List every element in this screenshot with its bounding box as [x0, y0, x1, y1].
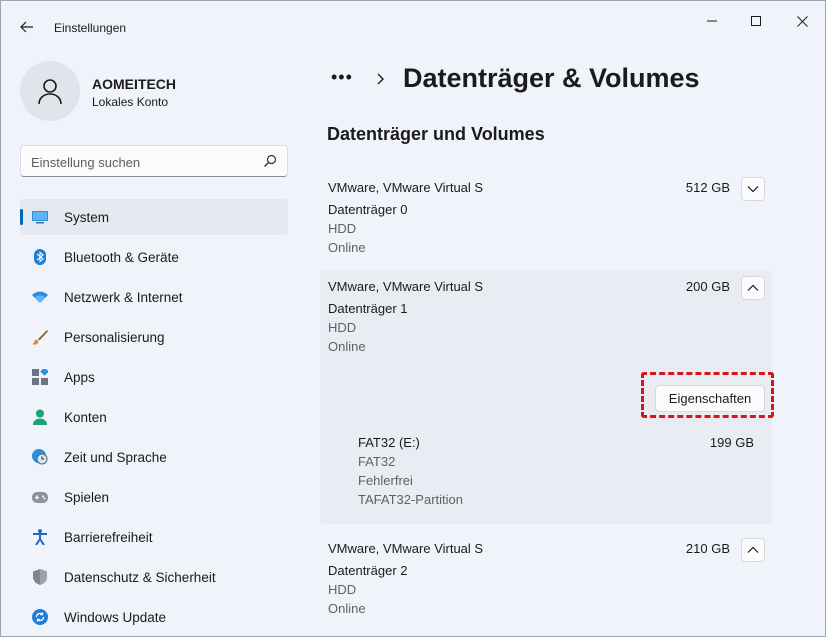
sidebar-item-label: Konten: [64, 409, 107, 425]
gamepad-icon: [32, 489, 48, 505]
sidebar-item-label: Zeit und Sprache: [64, 449, 167, 465]
disk-status: Online: [328, 601, 366, 616]
sidebar-item-accessibility[interactable]: Barrierefreiheit: [20, 519, 288, 555]
sidebar-item-label: System: [64, 209, 110, 225]
volume-name[interactable]: FAT32 (E:): [358, 435, 420, 450]
sidebar-item-system[interactable]: System: [20, 199, 288, 235]
close-icon: [796, 15, 808, 27]
sidebar-item-label: Windows Update: [64, 609, 167, 625]
disk-name: Datenträger 0: [328, 202, 408, 217]
sidebar-item-label: Netzwerk & Internet: [64, 289, 183, 305]
sidebar-item-network[interactable]: Netzwerk & Internet: [20, 279, 288, 315]
title-bar: Einstellungen: [1, 1, 825, 45]
disk-type: HDD: [328, 582, 357, 597]
clock-globe-icon: [32, 449, 48, 465]
app-title: Einstellungen: [54, 21, 127, 35]
search-input[interactable]: [31, 152, 251, 172]
minimize-button[interactable]: [689, 7, 735, 35]
disk-type: HDD: [328, 320, 357, 335]
back-button[interactable]: [15, 15, 39, 39]
sidebar-item-bluetooth[interactable]: Bluetooth & Geräte: [20, 239, 288, 275]
section-title: Datenträger und Volumes: [327, 124, 545, 144]
person-icon: [32, 409, 48, 425]
search-box[interactable]: [20, 145, 288, 177]
collapse-button[interactable]: [741, 538, 765, 562]
user-name: AOMEITECH: [92, 76, 176, 92]
disk-name: Datenträger 2: [328, 563, 408, 578]
sidebar-item-label: Personalisierung: [64, 329, 165, 345]
sidebar-item-label: Spielen: [64, 489, 110, 505]
settings-window: Einstellungen AOMEITECH Lokales Konto Ei…: [0, 0, 826, 637]
disk-size: 512 GB: [685, 180, 730, 195]
accessibility-icon: [32, 529, 48, 545]
chevron-right-icon: [377, 73, 384, 85]
minimize-icon: [707, 20, 717, 22]
apps-icon: [32, 369, 48, 385]
back-arrow-icon: [20, 21, 33, 33]
chevron-down-icon: [747, 186, 759, 193]
maximize-button[interactable]: [733, 7, 779, 35]
disk-size: 200 GB: [685, 279, 730, 294]
disk-name: Datenträger 1: [328, 301, 408, 316]
monitor-icon: [32, 209, 48, 225]
sidebar-item-label: Apps: [64, 369, 95, 385]
collapse-button[interactable]: [741, 276, 765, 300]
disk-card-2: VMware, VMware Virtual S 210 GB Datenträ…: [320, 532, 772, 624]
brush-icon: [32, 329, 48, 345]
disk-status: Online: [328, 339, 366, 354]
sidebar-item-label: Bluetooth & Geräte: [64, 249, 179, 265]
sidebar-item-label: Datenschutz & Sicherheit: [64, 569, 216, 585]
wifi-icon: [32, 289, 48, 305]
disk-status: Online: [328, 240, 366, 255]
sidebar-item-apps[interactable]: Apps: [20, 359, 288, 395]
page-title: Datenträger & Volumes: [403, 63, 700, 93]
bluetooth-icon: [32, 249, 48, 265]
account-type: Lokales Konto: [92, 95, 169, 109]
avatar[interactable]: [20, 61, 80, 121]
volume-health: Fehlerfrei: [358, 473, 413, 488]
expand-button[interactable]: [741, 177, 765, 201]
volume-label: TAFAT32-Partition: [358, 492, 463, 507]
disk-card-0: VMware, VMware Virtual S 512 GB Datenträ…: [320, 171, 772, 263]
user-icon: [38, 79, 62, 105]
sidebar-item-privacy[interactable]: Datenschutz & Sicherheit: [20, 559, 288, 595]
chevron-up-icon: [747, 546, 759, 553]
disk-model: VMware, VMware Virtual S: [328, 180, 484, 195]
close-button[interactable]: [779, 7, 825, 35]
sidebar-item-personalization[interactable]: Personalisierung: [20, 319, 288, 355]
volume-filesystem: FAT32: [358, 454, 396, 469]
sidebar-nav: System Bluetooth & Geräte Netzwerk & Int…: [20, 199, 288, 636]
shield-icon: [32, 569, 48, 585]
disk-type: HDD: [328, 221, 357, 236]
properties-button[interactable]: Eigenschaften: [655, 385, 765, 412]
search-icon[interactable]: [263, 154, 277, 168]
sidebar-item-accounts[interactable]: Konten: [20, 399, 288, 435]
sidebar-item-time-language[interactable]: Zeit und Sprache: [20, 439, 288, 475]
volume-size: 199 GB: [709, 435, 754, 450]
disk-size: 210 GB: [685, 541, 730, 556]
maximize-icon: [751, 16, 761, 26]
chevron-up-icon: [747, 284, 759, 291]
update-icon: [32, 609, 48, 625]
sidebar-item-windows-update[interactable]: Windows Update: [20, 599, 288, 635]
disk-model: VMware, VMware Virtual S: [328, 279, 484, 294]
disk-model: VMware, VMware Virtual S: [328, 541, 484, 556]
breadcrumb-more-button[interactable]: •••: [331, 67, 353, 88]
sidebar-item-label: Barrierefreiheit: [64, 529, 153, 545]
sidebar-item-gaming[interactable]: Spielen: [20, 479, 288, 515]
